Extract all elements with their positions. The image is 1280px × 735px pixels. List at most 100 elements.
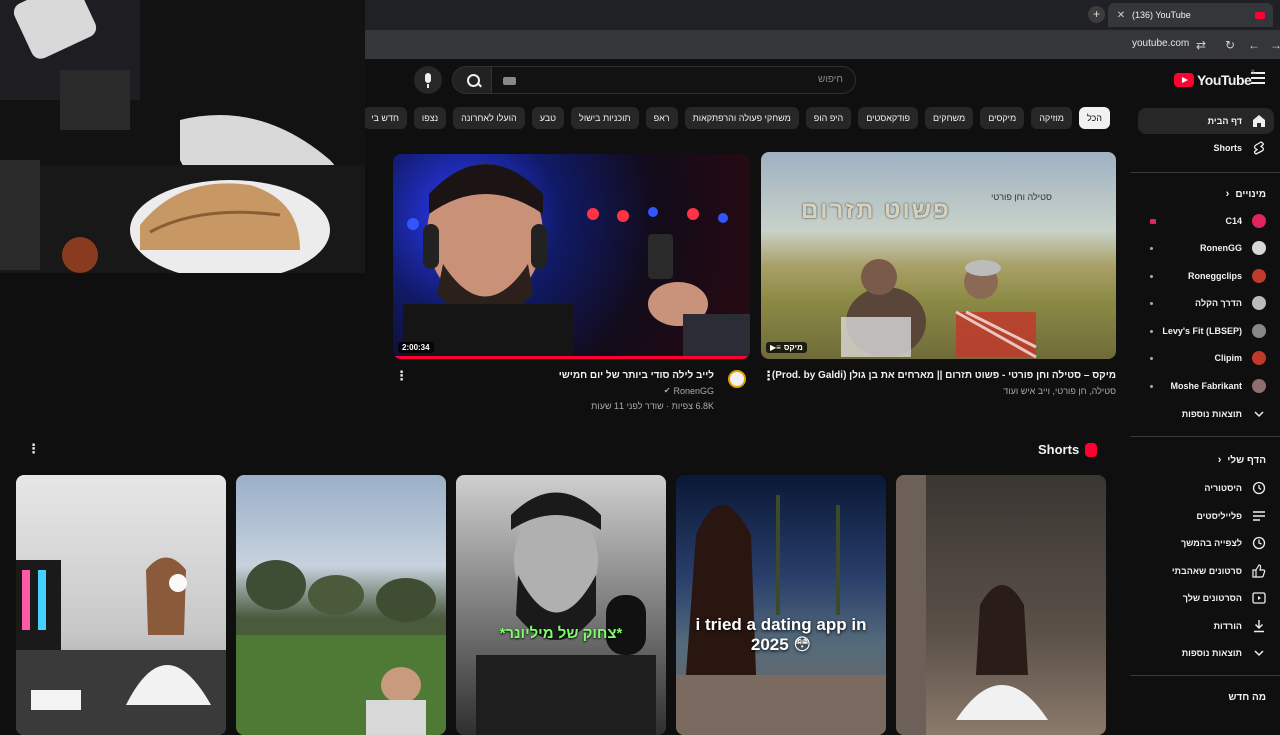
logo-text: YouTube — [1197, 72, 1252, 88]
chip[interactable]: היפ הופ — [805, 107, 852, 129]
video-title[interactable]: לייב לילה סודי ביותר של יום חמישי — [559, 370, 714, 381]
chip[interactable]: משחקי פעולה והרפתקאות — [684, 107, 799, 129]
channel-avatar — [1252, 241, 1266, 255]
subscriptions-header[interactable]: מינויים ‹ — [1138, 183, 1274, 205]
channel-name: RonenGG — [1200, 243, 1242, 253]
search-input[interactable]: חיפוש — [490, 66, 856, 94]
site-settings-icon[interactable]: ⇄ — [1193, 37, 1209, 53]
mix-icon: ▶≡ — [770, 343, 781, 352]
short-card[interactable]: i tried a dating app in 2025 😳 — [676, 475, 886, 735]
channel-avatar — [1252, 379, 1266, 393]
search-placeholder: חיפוש — [818, 74, 843, 85]
sidebar-item-shorts[interactable]: Shorts — [1138, 135, 1274, 161]
video-title[interactable]: מיקס – סטילה וחן פורטי - פשוט תזרום || מ… — [772, 370, 1116, 381]
sidebar-item-liked[interactable]: סרטונים שאהבתי — [1138, 558, 1274, 584]
sidebar-item-downloads[interactable]: הורדות — [1138, 613, 1274, 639]
history-icon — [1252, 481, 1266, 495]
subscription-item[interactable]: Levy's Fit (LBSEP) — [1138, 318, 1274, 344]
back-icon[interactable]: ← — [1246, 37, 1262, 53]
forward-icon[interactable]: → — [1268, 37, 1280, 53]
your-videos-icon — [1252, 591, 1266, 605]
short-card[interactable]: *צחוק של מיליונר* — [456, 475, 666, 735]
subscription-item[interactable]: Moshe Fabrikant — [1138, 373, 1274, 399]
voice-search-button[interactable] — [414, 66, 442, 94]
new-content-dot — [1150, 275, 1153, 278]
browser-tab[interactable]: ✕ (136) YouTube — [1108, 3, 1273, 27]
chip[interactable]: מיקסים — [980, 107, 1025, 129]
shorts-icon — [1085, 442, 1098, 457]
more-options-icon[interactable] — [762, 368, 775, 384]
channel-avatar[interactable] — [728, 370, 746, 388]
subscription-item[interactable]: RonenGG — [1138, 235, 1274, 261]
channel-name[interactable]: RonenGG — [673, 386, 714, 396]
sidebar-item-your-videos[interactable]: הסרטונים שלך — [1138, 585, 1274, 611]
short-card[interactable] — [16, 475, 226, 735]
video-meta: סטילה, חן פורטי, וייב איש ועוד — [1003, 386, 1116, 396]
short-card[interactable] — [896, 475, 1106, 735]
search-button[interactable] — [452, 66, 492, 94]
channel-avatar — [1252, 214, 1266, 228]
shorts-more-options-icon[interactable] — [27, 441, 40, 457]
sidebar-item-label: Shorts — [1213, 143, 1242, 153]
sidebar-item-label: לצפייה בהמשך — [1180, 538, 1242, 548]
chip[interactable]: נצפו — [413, 107, 447, 129]
chip[interactable]: ראפ — [645, 107, 678, 129]
subscription-item[interactable]: C14 — [1138, 208, 1274, 234]
channel-avatar — [1252, 296, 1266, 310]
short-card[interactable] — [236, 475, 446, 735]
short-caption: *צחוק של מיליונר* — [499, 625, 623, 642]
show-more-subscriptions[interactable]: תוצאות נוספות — [1138, 401, 1274, 427]
new-content-dot — [1150, 247, 1153, 250]
chip-all[interactable]: הכל — [1078, 107, 1110, 129]
chevron-left-icon: ‹ — [1217, 454, 1222, 466]
new-content-dot — [1150, 330, 1153, 333]
sidebar-item-playlists[interactable]: פלייליסטים — [1138, 503, 1274, 529]
subscription-item[interactable]: Roneggclips — [1138, 263, 1274, 289]
chip[interactable]: חדש בי — [365, 107, 407, 129]
reload-icon[interactable]: ↻ — [1222, 37, 1238, 53]
chip[interactable]: תוכניות בישול — [571, 107, 639, 129]
channel-name: הדרך הקלה — [1195, 298, 1242, 308]
chip[interactable]: טבע — [531, 107, 565, 129]
short-scene — [16, 557, 226, 735]
thumbnail-scene — [841, 259, 1037, 359]
video-thumbnail[interactable]: 2:00:34 — [393, 154, 750, 359]
youtube-logo[interactable]: YouTube IL — [1174, 70, 1256, 88]
clock-icon — [1252, 536, 1266, 550]
sidebar-item-history[interactable]: היסטוריה — [1138, 475, 1274, 501]
chip[interactable]: מוזיקה — [1031, 107, 1072, 129]
chip[interactable]: הועלו לאחרונה — [453, 107, 525, 129]
shorts-icon — [1252, 141, 1266, 155]
channel-avatar — [1252, 351, 1266, 365]
chevron-down-icon — [1252, 646, 1266, 660]
channel-name: Roneggclips — [1187, 271, 1242, 281]
channel-avatar — [1252, 324, 1266, 338]
chip[interactable]: משחקים — [925, 107, 974, 129]
new-content-dot — [1150, 385, 1153, 388]
sidebar-item-watch-later[interactable]: לצפייה בהמשך — [1138, 530, 1274, 556]
show-more-you[interactable]: תוצאות נוספות — [1138, 640, 1274, 666]
sidebar-item-home[interactable]: דף הבית — [1138, 108, 1274, 134]
badge-label: מיקס — [783, 343, 803, 352]
subscription-item[interactable]: הדרך הקלה — [1138, 290, 1274, 316]
divider — [1130, 436, 1280, 437]
more-options-icon[interactable] — [395, 368, 408, 384]
new-tab-button[interactable]: + — [1088, 6, 1105, 23]
youtube-favicon-icon — [1255, 11, 1265, 19]
thumbnail-credits: סטילה וחן פורטי — [991, 192, 1052, 202]
whats-new-header[interactable]: מה חדש — [1138, 686, 1274, 708]
watch-progress-bar — [393, 356, 750, 359]
you-header[interactable]: הדף שלי ‹ — [1138, 449, 1274, 471]
chip[interactable]: פודקאסטים — [858, 107, 919, 129]
sidebar-item-label: היסטוריה — [1204, 483, 1242, 493]
video-thumbnail[interactable]: פשוט תזרום סטילה וחן פורטי ▶≡ מיקס — [761, 152, 1116, 359]
close-tab-icon[interactable]: ✕ — [1116, 10, 1126, 21]
sidebar-item-label: הסרטונים שלך — [1182, 593, 1242, 603]
playlists-icon — [1252, 509, 1266, 523]
thumbnail-title-overlay: פשוט תזרום — [801, 197, 951, 224]
divider — [1130, 172, 1280, 173]
subscription-item[interactable]: Clipim — [1138, 345, 1274, 371]
short-scene — [896, 475, 1048, 735]
keyboard-icon[interactable] — [503, 77, 516, 85]
sidebar: דף הבית Shorts מינויים ‹ C14 RonenGG Ron… — [1130, 100, 1280, 720]
